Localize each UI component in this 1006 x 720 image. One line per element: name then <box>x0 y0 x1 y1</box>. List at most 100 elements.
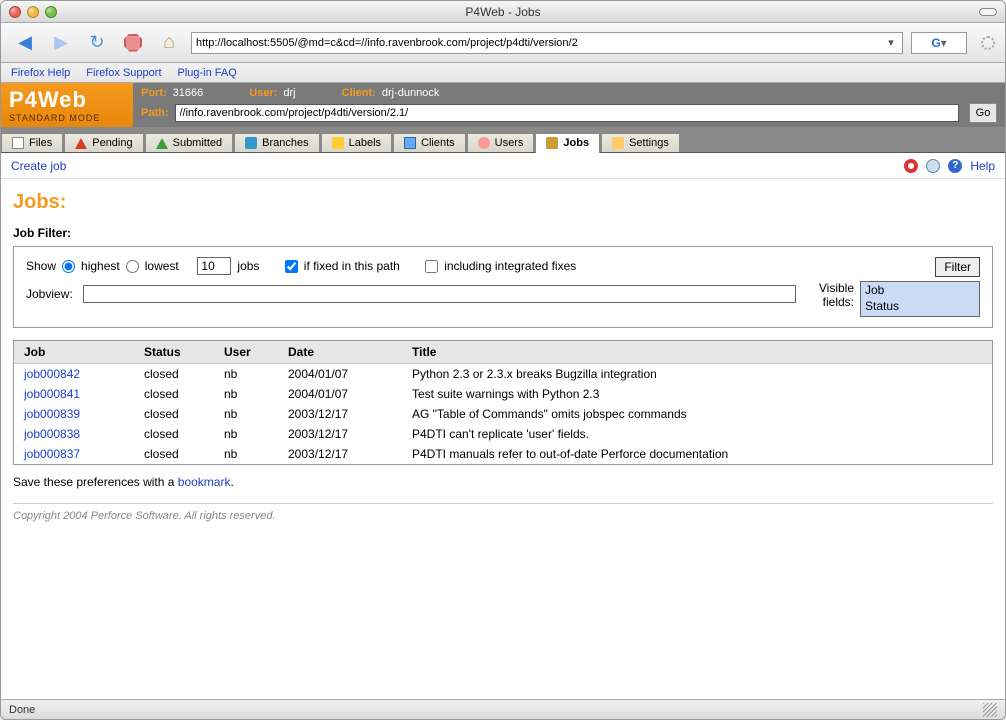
cancel-icon[interactable] <box>904 159 918 173</box>
job-link[interactable]: job000838 <box>24 427 80 441</box>
bookmark-link[interactable]: bookmark <box>178 475 231 489</box>
clients-icon <box>404 137 416 149</box>
count-input[interactable] <box>197 257 231 275</box>
file-icon <box>12 137 24 149</box>
copyright: Copyright 2004 Perforce Software. All ri… <box>13 510 993 522</box>
back-button[interactable]: ◀ <box>11 29 39 57</box>
if-fixed-checkbox[interactable] <box>285 260 298 273</box>
cell-status: closed <box>144 407 224 421</box>
table-row: job000839closednb2003/12/17AG "Table of … <box>14 404 992 424</box>
tab-submitted[interactable]: Submitted <box>145 133 234 152</box>
cell-status: closed <box>144 427 224 441</box>
close-window-button[interactable] <box>9 6 21 18</box>
tab-label: Files <box>29 137 52 149</box>
lowest-label: lowest <box>145 259 179 273</box>
help-icon[interactable]: ? <box>948 159 962 173</box>
visible-option[interactable]: Job <box>861 282 979 298</box>
highest-radio[interactable] <box>62 260 75 273</box>
cell-user: nb <box>224 427 288 441</box>
p4web-logo[interactable]: P4Web STANDARD MODE <box>1 83 133 127</box>
tab-files[interactable]: Files <box>1 133 63 152</box>
tab-labels[interactable]: Labels <box>321 133 392 152</box>
bookmark-link[interactable]: Plug-in FAQ <box>178 67 237 79</box>
zoom-window-button[interactable] <box>45 6 57 18</box>
visible-fields-select[interactable]: Job Status <box>860 281 980 317</box>
job-link[interactable]: job000841 <box>24 387 80 401</box>
cell-status: closed <box>144 387 224 401</box>
col-header-date[interactable]: Date <box>288 345 412 359</box>
go-button[interactable]: Go <box>969 103 997 123</box>
bookmark-link[interactable]: Firefox Help <box>11 67 70 79</box>
tab-clients[interactable]: Clients <box>393 133 466 152</box>
sub-toolbar: Create job ? Help <box>1 153 1005 179</box>
col-header-job[interactable]: Job <box>24 345 144 359</box>
cell-title: Python 2.3 or 2.3.x breaks Bugzilla inte… <box>412 367 982 381</box>
jobview-input[interactable] <box>83 285 796 303</box>
user-value: drj <box>283 87 295 99</box>
cell-status: closed <box>144 367 224 381</box>
titlebar: P4Web - Jobs <box>1 1 1005 23</box>
branches-icon <box>245 137 257 149</box>
cell-date: 2004/01/07 <box>288 367 412 381</box>
col-header-user[interactable]: User <box>224 345 288 359</box>
filter-button[interactable]: Filter <box>935 257 980 277</box>
browser-window: P4Web - Jobs ◀ ▶ ↻ ⌂ http://localhost:55… <box>0 0 1006 720</box>
home-button[interactable]: ⌂ <box>155 29 183 57</box>
including-checkbox[interactable] <box>425 260 438 273</box>
bookmark-link[interactable]: Firefox Support <box>86 67 161 79</box>
tab-users[interactable]: Users <box>467 133 535 152</box>
cell-date: 2003/12/17 <box>288 407 412 421</box>
help-link[interactable]: Help <box>970 159 995 173</box>
resize-grip-icon[interactable] <box>983 703 997 717</box>
google-search-box[interactable]: G▾ <box>911 32 967 54</box>
create-job-link[interactable]: Create job <box>11 159 66 173</box>
tab-branches[interactable]: Branches <box>234 133 319 152</box>
job-link[interactable]: job000842 <box>24 367 80 381</box>
job-link[interactable]: job000837 <box>24 447 80 461</box>
tab-label: Pending <box>92 137 132 149</box>
path-input[interactable] <box>175 104 960 122</box>
cell-status: closed <box>144 447 224 461</box>
titlebar-pill-icon[interactable] <box>979 8 997 16</box>
p4-tabbar: Files Pending Submitted Branches Labels … <box>1 127 1005 153</box>
minimize-window-button[interactable] <box>27 6 39 18</box>
lowest-radio[interactable] <box>126 260 139 273</box>
url-bar[interactable]: http://localhost:5505/@md=c&cd=//info.ra… <box>191 32 903 54</box>
window-title: P4Web - Jobs <box>1 5 1005 19</box>
cell-date: 2003/12/17 <box>288 427 412 441</box>
jobs-icon <box>546 137 558 149</box>
tab-label: Jobs <box>563 137 589 149</box>
including-label: including integrated fixes <box>444 259 576 273</box>
cell-date: 2004/01/07 <box>288 387 412 401</box>
status-bar: Done <box>1 699 1005 719</box>
tab-pending[interactable]: Pending <box>64 133 143 152</box>
tab-label: Branches <box>262 137 308 149</box>
col-header-title[interactable]: Title <box>412 345 982 359</box>
google-g-icon: G <box>931 36 940 50</box>
url-text: http://localhost:5505/@md=c&cd=//info.ra… <box>196 37 884 49</box>
cell-title: P4DTI manuals refer to out-of-date Perfo… <box>412 447 982 461</box>
footnote-suffix: . <box>230 475 233 489</box>
reload-button[interactable]: ↻ <box>83 29 111 57</box>
table-header-row: Job Status User Date Title <box>14 341 992 364</box>
port-label: Port: <box>141 87 167 99</box>
client-label: Client: <box>342 87 376 99</box>
logo-main: P4Web <box>9 87 125 113</box>
table-row: job000837closednb2003/12/17P4DTI manuals… <box>14 444 992 464</box>
jobs-table: Job Status User Date Title job000842 clos… <box>13 340 993 465</box>
recent-icon[interactable] <box>926 159 940 173</box>
tab-jobs[interactable]: Jobs <box>535 133 600 153</box>
tab-settings[interactable]: Settings <box>601 133 680 152</box>
forward-button[interactable]: ▶ <box>47 29 75 57</box>
footnote-prefix: Save these preferences with a <box>13 475 178 489</box>
visible-option[interactable]: Status <box>861 298 979 314</box>
col-header-status[interactable]: Status <box>144 345 224 359</box>
url-dropdown-icon[interactable]: ▾ <box>884 36 898 49</box>
cell-date: 2003/12/17 <box>288 447 412 461</box>
table-row: job000838 closednb2003/12/17P4DTI can't r… <box>14 424 992 444</box>
p4-header: P4Web STANDARD MODE Port: 31666 User: dr… <box>1 83 1005 153</box>
stop-button[interactable] <box>119 29 147 57</box>
status-text: Done <box>9 704 35 716</box>
job-link[interactable]: job000839 <box>24 407 80 421</box>
cell-title: P4DTI can't replicate 'user' fields. <box>412 427 982 441</box>
